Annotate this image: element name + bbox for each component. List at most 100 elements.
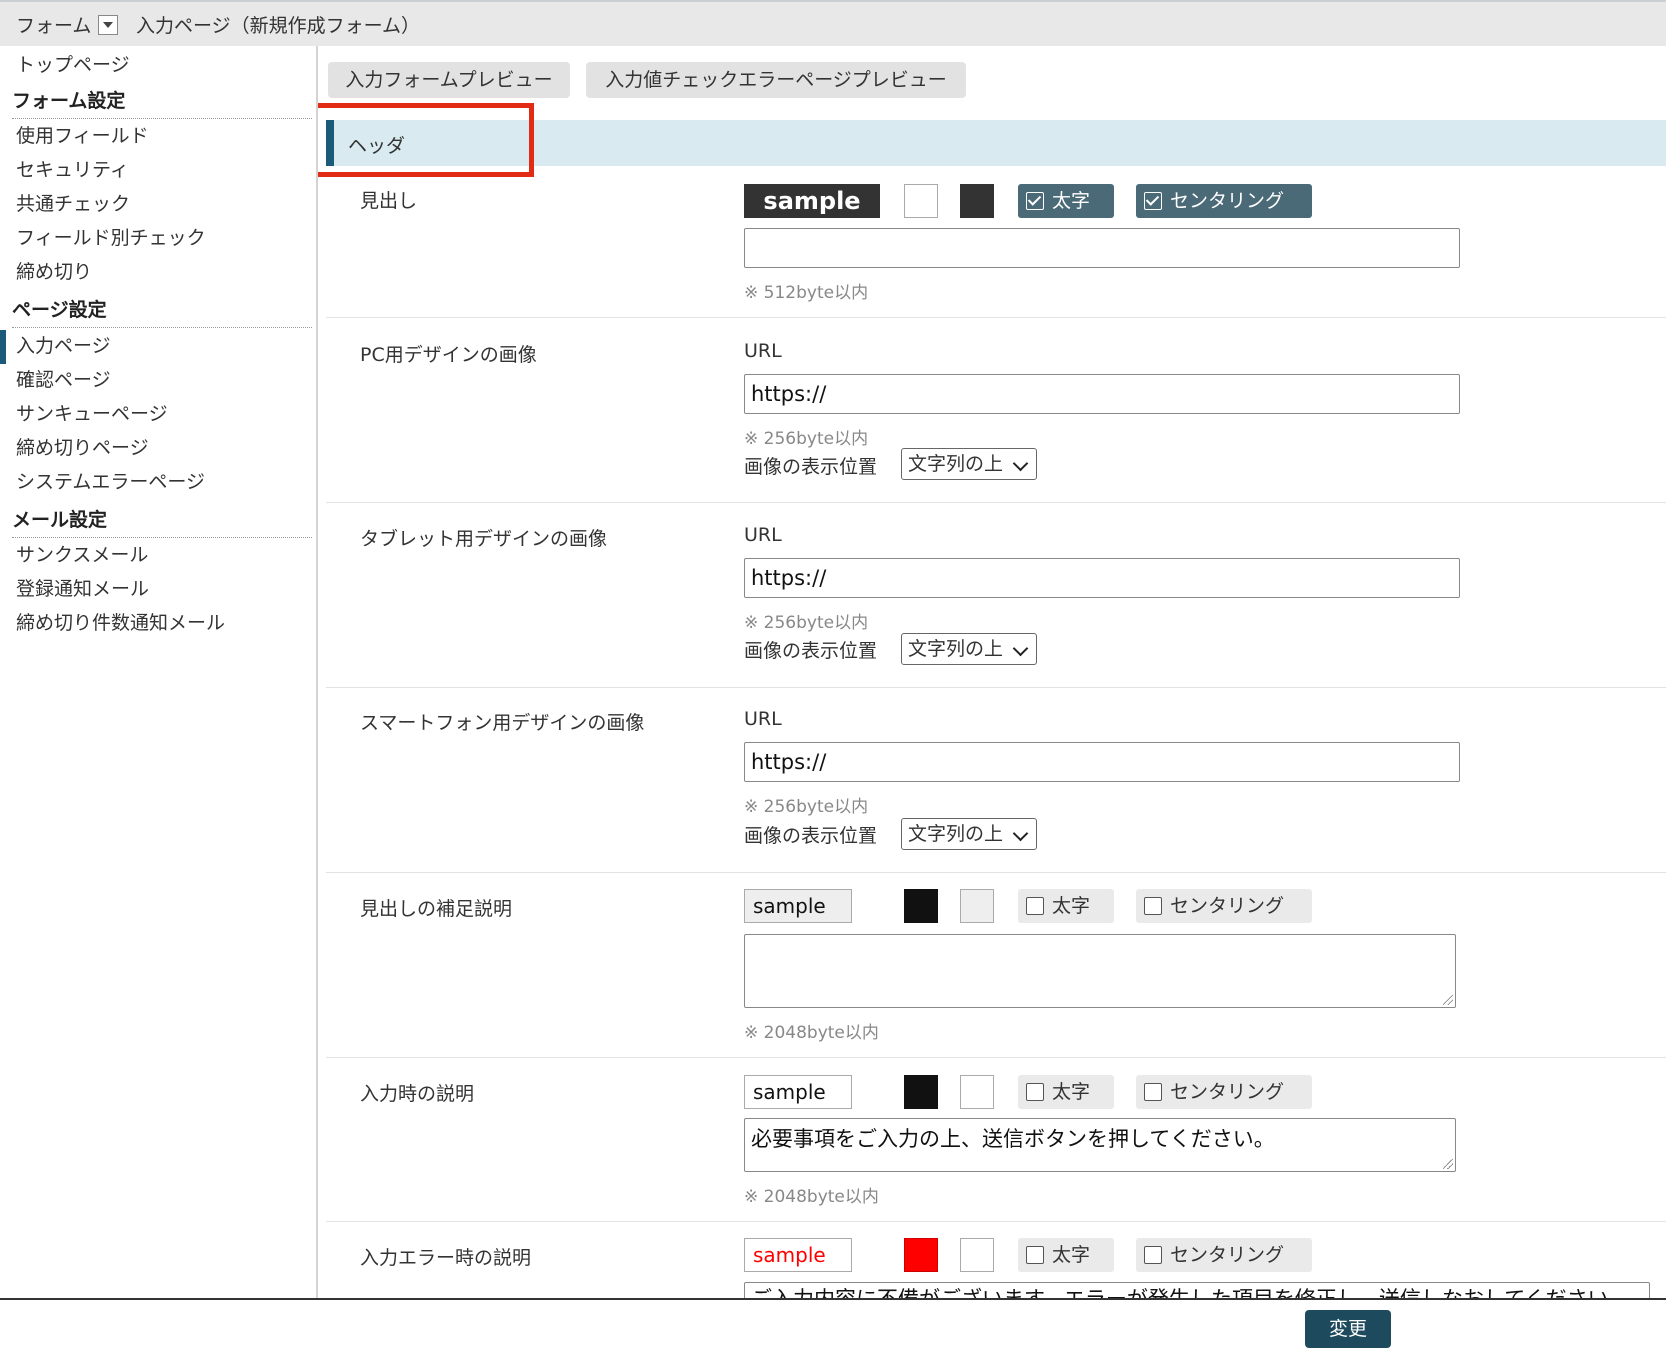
input-desc-label: 入力時の説明 [360,1083,475,1105]
tablet-url-input[interactable]: https:// [744,558,1460,598]
error-desc-textarea[interactable]: ご入力内容に不備がございます。エラーが発生した項目を修正し、送信しなおしてくださ… [744,1282,1650,1298]
sidebar-item-confirm-page[interactable]: 確認ページ [16,365,111,392]
error-desc-label: 入力エラー時の説明 [360,1247,532,1269]
sidebar-item-system-error-page[interactable]: システムエラーページ [16,467,205,494]
tablet-position-select[interactable]: 文字列の上 [901,633,1037,665]
sidebar-item-thanks-mail[interactable]: サンクスメール [16,540,148,567]
row-divider [326,317,1666,318]
pc-image-label: PC用デザインの画像 [360,344,537,366]
sidebar-item-top[interactable]: トップページ [16,50,130,77]
error-desc-bold-toggle[interactable]: 太字 [1018,1238,1114,1272]
pc-url-label: URL [744,340,782,362]
error-desc-text-color[interactable] [904,1238,938,1272]
sidebar-item-fields[interactable]: 使用フィールド [16,121,149,148]
sidebar-item-registration-mail[interactable]: 登録通知メール [16,574,149,601]
pc-position-label: 画像の表示位置 [744,456,878,478]
heading-center-label: センタリング [1170,190,1285,212]
smartphone-position-value: 文字列の上 [908,823,1004,845]
heading-note-label: 見出しの補足説明 [360,898,513,920]
pc-url-note: ※ 256byte以内 [744,429,869,449]
checkbox-unchecked-icon [1144,897,1162,915]
checkbox-unchecked-icon [1026,897,1044,915]
resize-handle-icon[interactable] [1443,995,1453,1005]
heading-bold-label: 太字 [1052,190,1091,212]
error-desc-center-toggle[interactable]: センタリング [1136,1238,1312,1272]
input-desc-bg-color[interactable] [960,1075,994,1109]
pc-position-select[interactable]: 文字列の上 [901,448,1037,480]
input-desc-text: 必要事項をご入力の上、送信ボタンを押してください。 [751,1127,1275,1151]
chevron-down-icon [1012,455,1029,472]
row-divider [326,1057,1666,1058]
error-desc-bg-color[interactable] [960,1238,994,1272]
input-desc-limit: ※ 2048byte以内 [744,1187,879,1207]
sidebar-active-indicator [0,330,6,364]
heading-note-bold-toggle[interactable]: 太字 [1018,889,1114,923]
heading-center-toggle[interactable]: センタリング [1136,184,1312,218]
sidebar-item-input-page[interactable]: 入力ページ [16,331,111,358]
sidebar-item-deadline-count-mail[interactable]: 締め切り件数通知メール [16,608,225,635]
heading-note-sample: sample [744,889,852,923]
submit-button[interactable]: 変更 [1305,1310,1391,1348]
heading-note-bg-color[interactable] [960,889,994,923]
checkbox-unchecked-icon [1026,1083,1044,1101]
sidebar-item-common-check[interactable]: 共通チェック [16,189,130,216]
input-desc-textarea[interactable]: 必要事項をご入力の上、送信ボタンを押してください。 [744,1118,1456,1172]
dropdown-arrow-icon[interactable] [98,15,118,35]
checkbox-checked-icon [1026,192,1044,210]
heading-bg-color[interactable] [960,184,994,218]
heading-sample: sample [744,184,880,218]
sidebar-heading-page-settings: ページ設定 [12,295,312,328]
error-desc-bold-label: 太字 [1052,1244,1091,1266]
sidebar-item-deadline[interactable]: 締め切り [16,257,92,284]
footer: 変更 [0,1298,1666,1349]
heading-input[interactable] [744,228,1460,268]
smartphone-url-note: ※ 256byte以内 [744,797,869,817]
error-preview-button[interactable]: 入力値チェックエラーページプレビュー [586,62,966,98]
heading-text-color[interactable] [904,184,938,218]
smartphone-position-label: 画像の表示位置 [744,825,878,847]
tablet-position-value: 文字列の上 [908,638,1004,660]
sidebar-item-deadline-page[interactable]: 締め切りページ [16,433,149,460]
heading-note-bold-label: 太字 [1052,895,1091,917]
row-divider [326,687,1666,688]
heading-note-center-toggle[interactable]: センタリング [1136,889,1312,923]
heading-note-text-color[interactable] [904,889,938,923]
heading-bold-toggle[interactable]: 太字 [1018,184,1114,218]
heading-note-textarea[interactable] [744,934,1456,1008]
checkbox-checked-icon [1144,192,1162,210]
smartphone-url-input[interactable]: https:// [744,742,1460,782]
breadcrumb-form[interactable]: フォーム [16,11,91,38]
tablet-image-label: タブレット用デザインの画像 [360,528,608,550]
sidebar-heading-form-settings: フォーム設定 [12,86,312,119]
chevron-down-icon [1012,640,1029,657]
input-desc-center-toggle[interactable]: センタリング [1136,1075,1312,1109]
input-desc-center-label: センタリング [1170,1081,1285,1103]
checkbox-unchecked-icon [1144,1083,1162,1101]
heading-note: ※ 512byte以内 [744,283,869,303]
heading-note-limit: ※ 2048byte以内 [744,1023,879,1043]
row-divider [326,872,1666,873]
breadcrumb: フォーム 入力ページ（新規作成フォーム） [0,0,1666,46]
row-divider [326,502,1666,503]
input-desc-bold-toggle[interactable]: 太字 [1018,1075,1114,1109]
checkbox-unchecked-icon [1026,1246,1044,1264]
input-desc-bold-label: 太字 [1052,1081,1091,1103]
tablet-url-note: ※ 256byte以内 [744,613,869,633]
form-preview-button[interactable]: 入力フォームプレビュー [328,62,570,98]
sidebar-item-thankyou-page[interactable]: サンキューページ [16,399,168,426]
smartphone-position-select[interactable]: 文字列の上 [901,818,1037,850]
smartphone-url-label: URL [744,708,782,730]
input-desc-sample: sample [744,1075,852,1109]
input-desc-text-color[interactable] [904,1075,938,1109]
sidebar-item-field-check[interactable]: フィールド別チェック [16,223,206,250]
heading-note-center-label: センタリング [1170,895,1285,917]
highlight-annotation [318,103,534,177]
resize-handle-icon[interactable] [1443,1159,1453,1169]
main-content: 入力フォームプレビュー 入力値チェックエラーページプレビュー ヘッダ 見出し s… [318,46,1666,1298]
tablet-position-label: 画像の表示位置 [744,640,878,662]
pc-url-input[interactable]: https:// [744,374,1460,414]
sidebar-item-security[interactable]: セキュリティ [16,155,129,182]
sidebar: トップページ フォーム設定 使用フィールド セキュリティ 共通チェック フィール… [0,46,318,1298]
checkbox-unchecked-icon [1144,1246,1162,1264]
breadcrumb-current-page: 入力ページ（新規作成フォーム） [136,15,421,37]
